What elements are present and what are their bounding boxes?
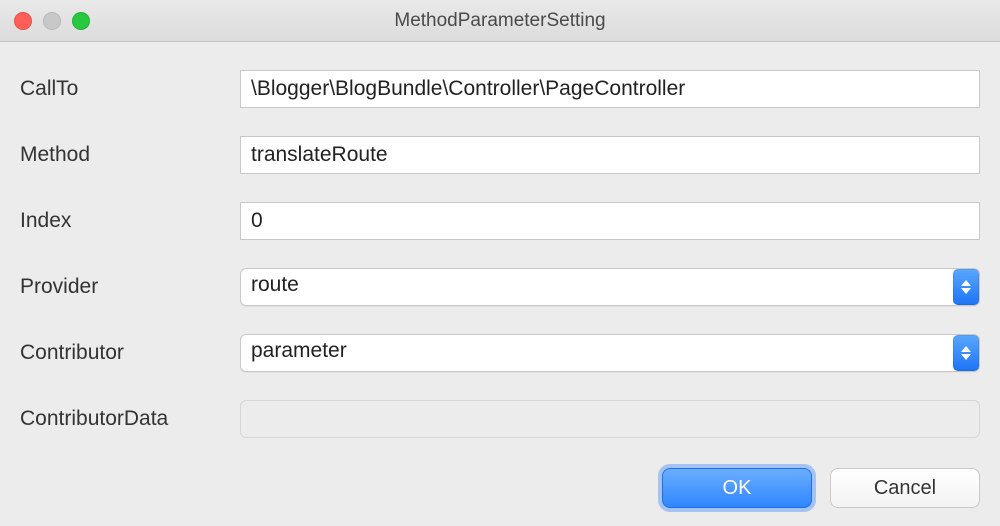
contributor-select[interactable]: parameter (240, 334, 980, 372)
contributor-label: Contributor (20, 341, 240, 365)
button-bar: OK Cancel (0, 462, 1000, 526)
titlebar: MethodParameterSetting (0, 0, 1000, 42)
provider-select[interactable]: route (240, 268, 980, 306)
close-icon[interactable] (14, 12, 32, 30)
index-input[interactable] (240, 202, 980, 240)
minimize-icon (43, 12, 61, 30)
dialog-window: MethodParameterSetting CallTo Method Ind… (0, 0, 1000, 526)
provider-label: Provider (20, 275, 240, 299)
form-content: CallTo Method Index Provider route (0, 42, 1000, 462)
method-input[interactable] (240, 136, 980, 174)
window-controls (0, 12, 90, 30)
contributorData-input (240, 400, 980, 438)
zoom-icon[interactable] (72, 12, 90, 30)
cancel-button[interactable]: Cancel (830, 468, 980, 508)
contributorData-label: ContributorData (20, 407, 240, 431)
window-title: MethodParameterSetting (0, 10, 1000, 32)
index-label: Index (20, 209, 240, 233)
provider-stepper-icon[interactable] (953, 269, 979, 305)
method-label: Method (20, 143, 240, 167)
callTo-input[interactable] (240, 70, 980, 108)
ok-button[interactable]: OK (662, 468, 812, 508)
contributor-stepper-icon[interactable] (953, 335, 979, 371)
callTo-label: CallTo (20, 77, 240, 101)
